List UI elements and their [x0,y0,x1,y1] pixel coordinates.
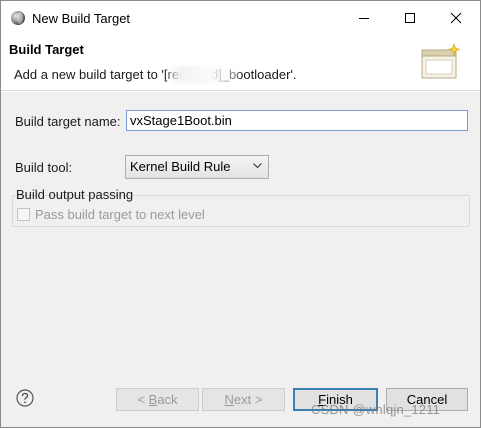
eclipse-sphere-icon [11,11,25,25]
wizard-banner: Build Target Add a new build target to '… [1,35,480,91]
watermark-text: CSDN @whlqjn_1211 [311,402,441,417]
build-target-name-label: Build target name: [15,114,121,129]
pass-build-target-checkbox[interactable] [17,208,30,221]
pass-build-target-label: Pass build target to next level [35,207,205,222]
close-button[interactable] [433,1,479,35]
build-tool-label: Build tool: [15,160,73,175]
maximize-button[interactable] [387,1,433,35]
banner-title: Build Target [9,42,84,57]
title-bar[interactable]: New Build Target [1,1,480,35]
next-button[interactable]: Next > [202,388,285,411]
minimize-icon [359,18,369,19]
close-icon [450,12,462,24]
build-tool-value: Kernel Build Rule [130,159,231,174]
redaction-blur [167,66,239,84]
help-question-icon[interactable] [16,389,34,407]
new-build-target-dialog: New Build Target Build Target Add a new … [0,0,481,428]
build-output-group-legend: Build output passing [16,187,134,202]
minimize-button[interactable] [341,1,387,35]
build-target-name-input[interactable]: vxStage1Boot.bin [126,110,468,131]
banner-description: Add a new build target to '[redacted]_bo… [14,67,297,82]
chevron-down-icon [253,163,262,169]
form-area: Build target name: vxStage1Boot.bin Buil… [1,92,480,372]
button-bar: < Back Next > Finish Cancel [1,372,480,427]
build-tool-select[interactable]: Kernel Build Rule [125,155,269,179]
window-title: New Build Target [32,11,131,26]
new-wizard-window-icon [421,43,461,79]
maximize-icon [405,13,415,23]
back-button[interactable]: < Back [116,388,199,411]
